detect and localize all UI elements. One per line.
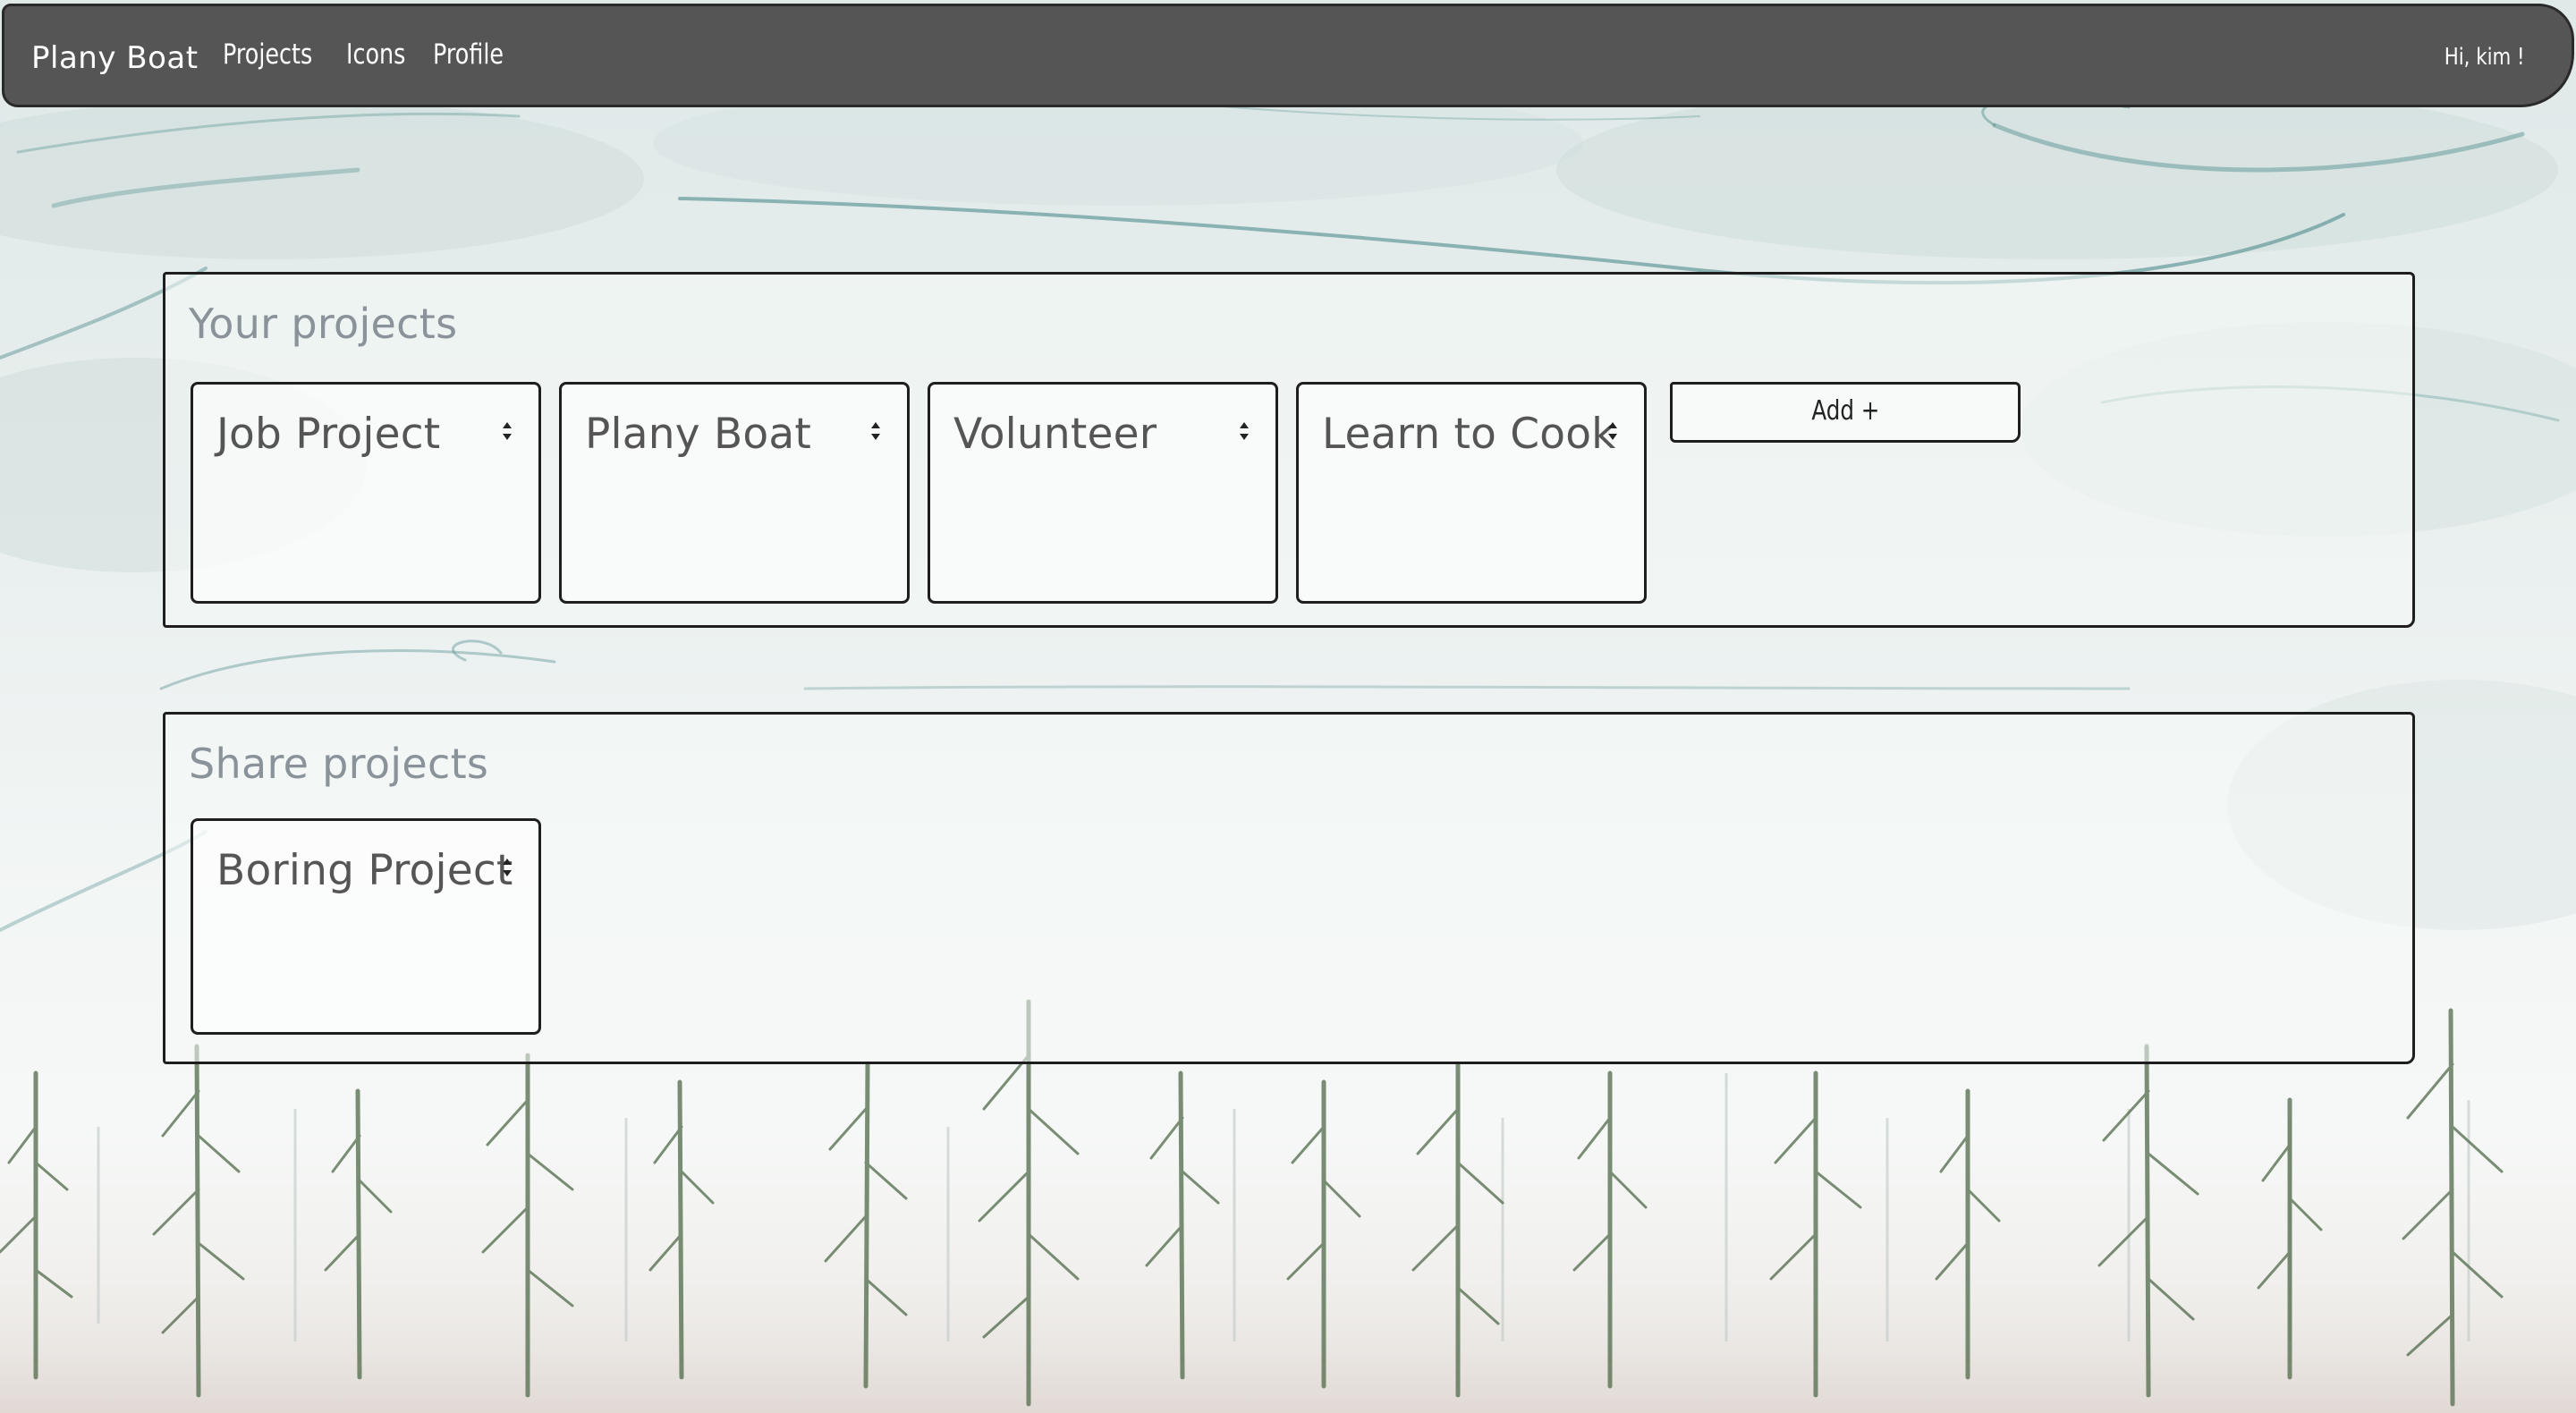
project-card-plany-boat[interactable]: Plany Boat [559,382,910,604]
project-card-title: Job Project [216,410,441,459]
project-card-boring-project[interactable]: Boring Project [191,818,541,1035]
project-card-title: Volunteer [953,410,1157,459]
project-card-title: Boring Project [216,846,513,895]
nav-link-icons[interactable]: Icons [346,38,405,71]
add-project-label: Add + [1810,395,1880,427]
share-projects-title: Share projects [189,740,489,788]
project-card-job-project[interactable]: Job Project [191,382,541,604]
user-greeting[interactable]: Hi, kim ! [2445,44,2525,71]
sort-icon[interactable] [501,857,513,878]
project-card-title: Plany Boat [585,410,811,459]
nav-link-projects[interactable]: Projects [223,38,312,71]
background-illustration [0,80,2576,1413]
sort-icon[interactable] [869,420,882,442]
top-navbar: Plany Boat Projects Icons Profile Hi, ki… [2,4,2574,107]
project-card-title: Learn to Cook [1322,410,1616,459]
your-projects-title: Your projects [189,300,458,348]
project-card-learn-to-cook[interactable]: Learn to Cook [1296,382,1647,604]
add-project-button[interactable]: Add + [1670,382,2021,443]
nav-links: Projects Icons Profile [223,38,509,71]
share-projects-panel: Share projects Boring Project [163,712,2415,1064]
brand-logo[interactable]: Plany Boat [31,40,199,76]
project-card-volunteer[interactable]: Volunteer [928,382,1278,604]
nav-link-profile[interactable]: Profile [433,38,504,71]
sort-icon[interactable] [1238,420,1250,442]
sort-icon[interactable] [501,420,513,442]
your-projects-panel: Your projects Job Project Plany Boat Vol… [163,272,2415,628]
sort-icon[interactable] [1606,420,1619,442]
